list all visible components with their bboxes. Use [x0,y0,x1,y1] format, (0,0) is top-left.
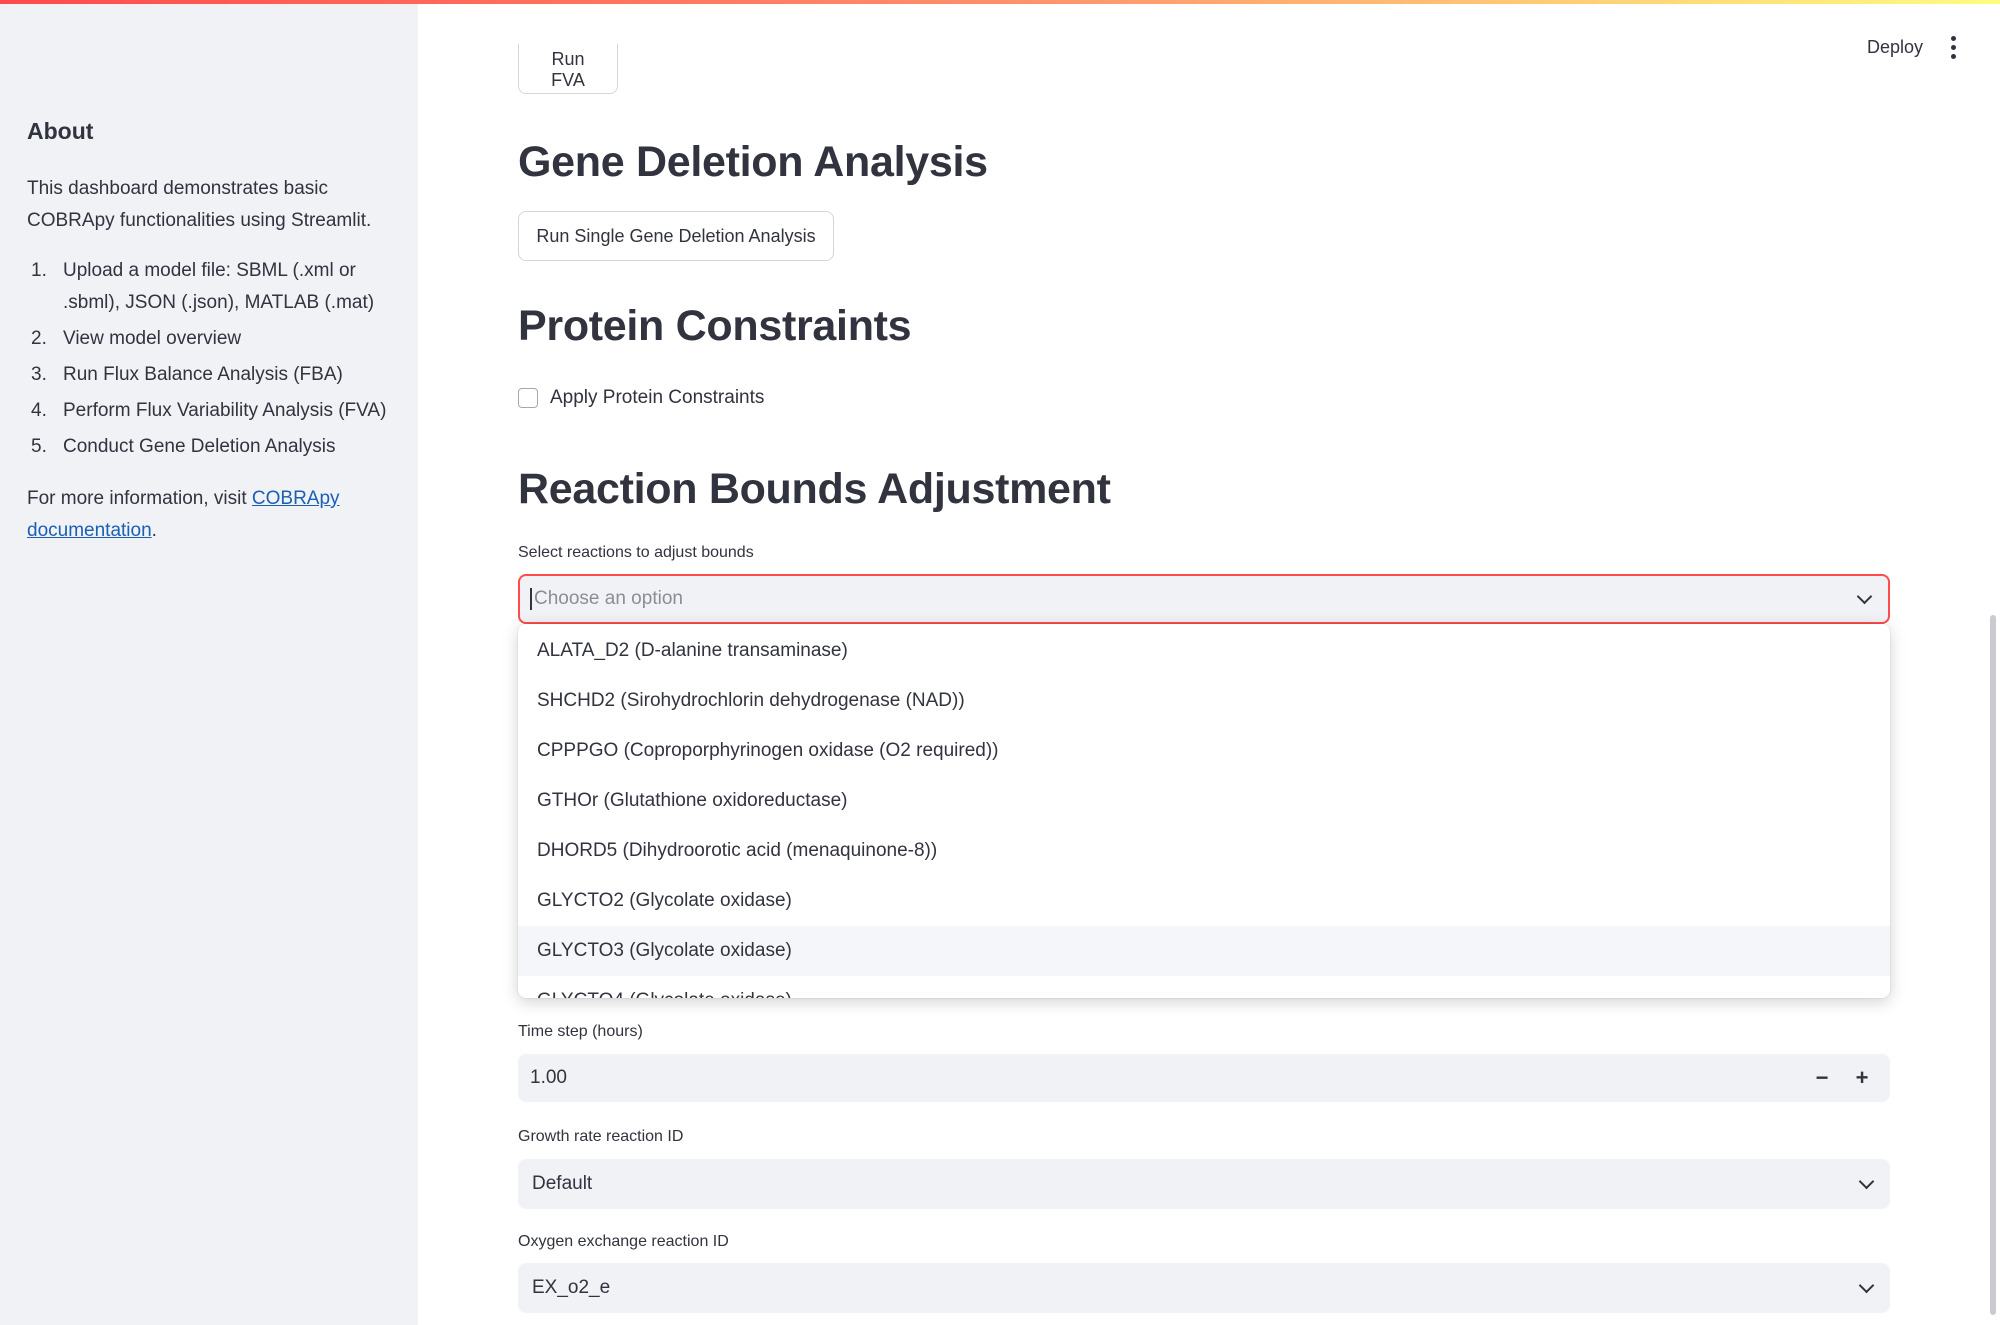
list-item: 5. Conduct Gene Deletion Analysis [31,436,336,457]
chevron-down-icon[interactable] [1858,1277,1875,1294]
list-item[interactable]: DHORD5 (Dihydroorotic acid (menaquinone-… [518,826,1890,876]
oxygen-select[interactable]: EX_o2_e [518,1263,1890,1313]
top-decoration-bar [0,0,2000,4]
list-item[interactable]: ALATA_D2 (D-alanine transaminase) [518,626,1890,676]
time-step-value[interactable]: 1.00 [530,1067,567,1089]
growth-rate-value: Default [532,1173,593,1194]
chevron-down-icon[interactable] [1856,588,1873,605]
run-fva-button-wrapper: Run FVA [518,44,618,96]
list-item: 1. Upload a model file: SBML (.xml or .sb… [31,260,375,313]
oxygen-value: EX_o2_e [532,1277,611,1298]
growth-rate-label: Growth rate reaction ID [518,1128,684,1145]
protein-constraints-checkbox-row[interactable]: Apply Protein Constraints [518,387,764,409]
run-gene-deletion-button[interactable]: Run Single Gene Deletion Analysis [518,211,834,261]
deploy-button[interactable]: Deploy [1867,37,1923,58]
list-item[interactable]: SHCHD2 (Sirohydrochlorin dehydrogenase (… [518,676,1890,726]
reaction-options-dropdown[interactable]: ALATA_D2 (D-alanine transaminase) SHCHD2… [518,624,1890,998]
sidebar-intro: This dashboard demonstrates basic COBRAp… [27,178,372,231]
increment-button[interactable]: + [1842,1054,1882,1102]
sidebar-title: About [27,118,94,144]
kebab-menu-icon[interactable] [1947,32,1960,63]
list-item[interactable]: GLYCTO4 (Glycolate oxidase) [518,976,1890,998]
page-scrollbar[interactable] [1990,615,1996,1315]
list-item: 2. View model overview [31,328,242,349]
list-item[interactable]: GLYCTO2 (Glycolate oxidase) [518,876,1890,926]
protein-constraints-heading: Protein Constraints [518,302,912,350]
reaction-select-label: Select reactions to adjust bounds [518,544,754,561]
reaction-select-placeholder: Choose an option [530,588,683,610]
header-toolbar: Deploy [1867,32,1960,63]
reaction-bounds-heading: Reaction Bounds Adjustment [518,465,1111,513]
sidebar: About This dashboard demonstrates basic … [0,0,418,1325]
list-item[interactable]: CPPPGO (Coproporphyrinogen oxidase (O2 r… [518,726,1890,776]
time-step-label: Time step (hours) [518,1023,643,1040]
run-fva-button[interactable]: Run FVA [518,44,618,94]
list-item: 4. Perform Flux Variability Analysis (FVA… [31,400,387,421]
time-step-input[interactable]: 1.00 − + [518,1054,1890,1102]
oxygen-label: Oxygen exchange reaction ID [518,1233,729,1250]
gene-deletion-heading: Gene Deletion Analysis [518,138,988,186]
decrement-button[interactable]: − [1802,1054,1842,1102]
sidebar-more-info: For more information, visit COBRApy docu… [27,488,340,541]
sidebar-steps-list: 1. Upload a model file: SBML (.xml or .sb… [27,255,391,463]
reaction-multiselect[interactable]: Choose an option [518,574,1890,624]
protein-constraints-checkbox[interactable] [518,388,538,408]
chevron-down-icon[interactable] [1858,1173,1875,1190]
main-content: Deploy Run FVA Gene Deletion Analysis Ru… [418,0,2000,1325]
list-item[interactable]: GLYCTO3 (Glycolate oxidase) [518,926,1890,976]
list-item: 3. Run Flux Balance Analysis (FBA) [31,364,343,385]
growth-rate-select[interactable]: Default [518,1159,1890,1209]
protein-constraints-label: Apply Protein Constraints [550,387,765,408]
list-item[interactable]: GTHOr (Glutathione oxidoreductase) [518,776,1890,826]
